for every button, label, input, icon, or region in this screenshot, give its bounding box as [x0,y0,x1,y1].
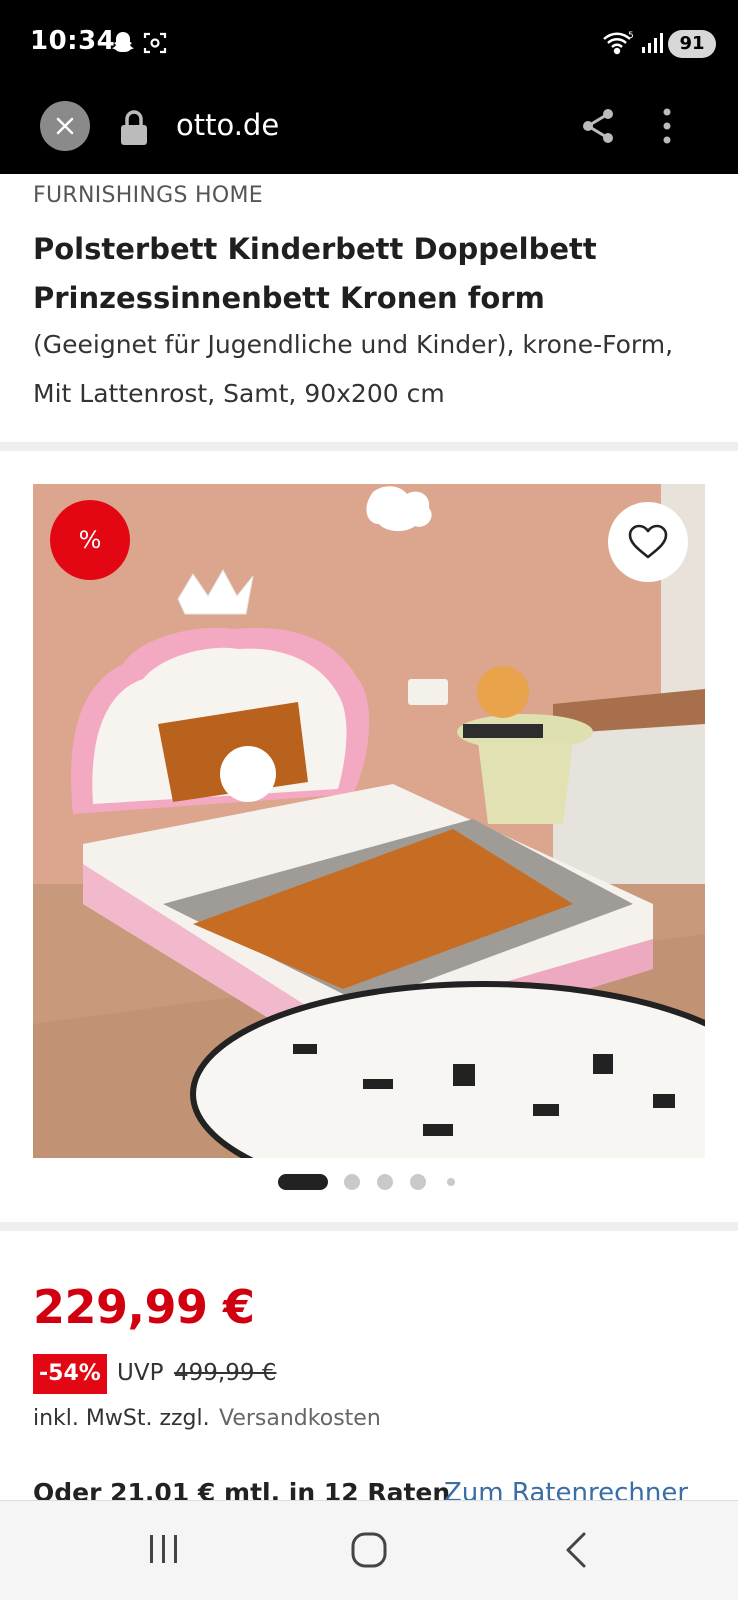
shipping-costs-link[interactable]: Versandkosten [219,1406,381,1431]
status-time: 10:34 [30,26,116,56]
signal-icon [640,30,666,60]
product-title: Polsterbett Kinderbett Doppelbett Prinze… [33,232,597,315]
section-divider [0,1222,738,1231]
current-price: 229,99 € [33,1280,255,1334]
back-icon[interactable] [562,1531,592,1573]
close-icon [56,117,74,135]
snapchat-icon [110,30,136,60]
screenshot-icon [142,30,168,60]
recent-apps-icon[interactable] [146,1531,182,1571]
pagination-dot[interactable] [447,1178,455,1186]
wifi-icon: 5 [602,30,636,60]
heart-icon [628,524,668,559]
close-tab-button[interactable] [40,101,90,151]
pagination-dot[interactable] [410,1174,426,1190]
pagination-dot[interactable] [344,1174,360,1190]
share-icon[interactable] [580,106,616,150]
bed-photo [33,484,705,1158]
product-image[interactable] [33,484,705,1158]
lock-icon [119,109,149,151]
home-icon[interactable] [350,1531,388,1573]
svg-text:5: 5 [628,31,634,41]
system-nav-bar [0,1500,738,1600]
browser-toolbar: otto.de [0,88,738,174]
pagination-dot[interactable] [377,1174,393,1190]
battery-level: 91 [668,30,716,58]
vat-text: inkl. MwSt. zzgl. [33,1406,210,1431]
wishlist-button[interactable] [608,502,688,582]
sale-badge: % [50,500,130,580]
uvp-price: 499,99 € [174,1360,277,1386]
pagination-dot-active[interactable] [278,1174,328,1190]
gallery-pagination [278,1174,478,1190]
status-bar: 10:34 5 91 [0,0,738,88]
discount-badge: -54% [33,1354,107,1394]
product-subtitle: (Geeignet für Jugendliche und Kinder), k… [33,330,674,408]
more-vert-icon[interactable] [660,106,674,150]
brand-name[interactable]: FURNISHINGS HOME [33,183,263,208]
section-divider [0,442,738,451]
uvp-label: UVP [117,1360,164,1386]
url-text[interactable]: otto.de [176,108,279,142]
